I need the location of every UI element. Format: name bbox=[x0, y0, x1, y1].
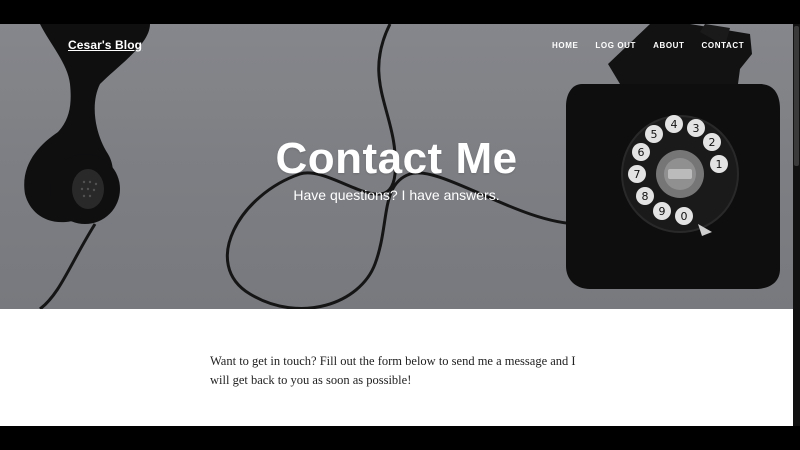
hero-header: 1 2 3 4 5 6 7 8 9 0 Cesar's Blog HOME LO… bbox=[0, 24, 793, 309]
nav-logout-link[interactable]: LOG OUT bbox=[595, 41, 636, 50]
page-subtitle: Have questions? I have answers. bbox=[293, 187, 500, 203]
dial-digit: 9 bbox=[659, 205, 666, 218]
brand-link[interactable]: Cesar's Blog bbox=[68, 38, 142, 52]
dial-digit: 0 bbox=[681, 210, 688, 223]
dial-digit: 4 bbox=[671, 118, 678, 131]
contact-intro-text: Want to get in touch? Fill out the form … bbox=[210, 354, 576, 387]
browser-viewport: 1 2 3 4 5 6 7 8 9 0 Cesar's Blog HOME LO… bbox=[0, 24, 793, 426]
nav-home-link[interactable]: HOME bbox=[552, 41, 578, 50]
nav-about-link[interactable]: ABOUT bbox=[653, 41, 684, 50]
page-title: Contact Me bbox=[275, 134, 518, 183]
scrollbar-thumb[interactable] bbox=[794, 26, 799, 166]
nav-contact-link[interactable]: CONTACT bbox=[702, 41, 745, 50]
main-nav: HOME LOG OUT ABOUT CONTACT bbox=[552, 41, 744, 50]
